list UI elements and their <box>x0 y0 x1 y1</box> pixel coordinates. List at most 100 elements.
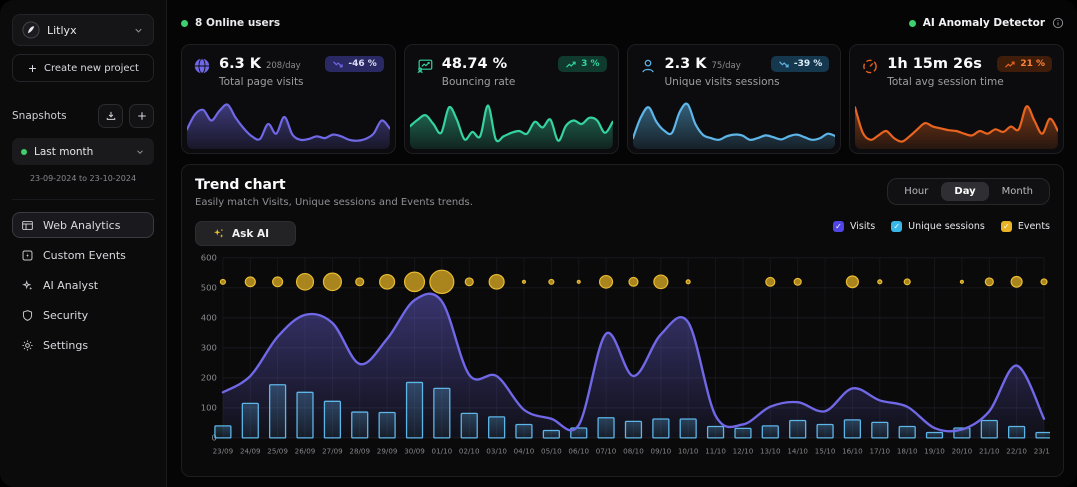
anomaly-label: AI Anomaly Detector <box>923 17 1045 29</box>
stat-value: 48.74 % <box>442 56 507 72</box>
range-tabs: Hour Day Month <box>887 178 1050 205</box>
svg-text:200: 200 <box>201 373 217 383</box>
snapshot-date-range: 23-09-2024 to 23-10-2024 <box>12 174 154 183</box>
svg-text:24/09: 24/09 <box>240 447 261 456</box>
svg-text:26/09: 26/09 <box>295 447 316 456</box>
trending-up-icon <box>565 60 577 69</box>
stat-value: 6.3 K <box>219 56 261 72</box>
svg-text:15/10: 15/10 <box>815 447 836 456</box>
litlyx-logo-icon <box>22 21 40 39</box>
trend-badge: 3 % <box>558 56 606 72</box>
stat-label: Total page visits <box>219 76 317 88</box>
trend-badge: -39 % <box>771 56 829 72</box>
svg-text:21/10: 21/10 <box>979 447 1000 456</box>
svg-text:28/09: 28/09 <box>349 447 370 456</box>
svg-text:500: 500 <box>201 283 217 293</box>
svg-text:23/10: 23/10 <box>1034 447 1050 456</box>
sidebar-item-custom-events[interactable]: Custom Events <box>12 242 154 268</box>
sidebar-item-settings[interactable]: Settings <box>12 332 154 358</box>
svg-text:18/10: 18/10 <box>897 447 918 456</box>
svg-text:14/10: 14/10 <box>787 447 808 456</box>
svg-text:22/10: 22/10 <box>1006 447 1027 456</box>
checkbox-visits[interactable]: ✓ <box>833 221 844 232</box>
sparkline-bouncing-rate <box>410 97 613 149</box>
globe-icon <box>193 57 211 78</box>
nav-label: Settings <box>43 339 88 352</box>
stat-sub: 208/day <box>266 61 301 71</box>
nav-label: Custom Events <box>43 249 126 262</box>
stat-card-bouncing-rate[interactable]: 48.74 % Bouncing rate 3 % <box>404 44 619 154</box>
svg-text:17/10: 17/10 <box>869 447 890 456</box>
chevron-down-icon <box>133 25 144 36</box>
info-icon[interactable] <box>1052 17 1064 29</box>
svg-text:06/10: 06/10 <box>568 447 589 456</box>
stat-label: Total avg session time <box>887 76 989 88</box>
chevron-down-icon <box>135 147 145 157</box>
ai-sparkle-icon <box>212 227 225 240</box>
shield-icon <box>21 309 34 322</box>
sidebar-item-web-analytics[interactable]: Web Analytics <box>12 212 154 238</box>
stat-card-total-page-visits[interactable]: 6.3 K 208/day Total page visits -46 % <box>181 44 396 154</box>
sparkline-unique-sessions <box>633 97 836 149</box>
anomaly-status-dot <box>909 20 916 27</box>
create-project-button[interactable]: Create new project <box>12 54 154 82</box>
sidebar-item-security[interactable]: Security <box>12 302 154 328</box>
tab-day[interactable]: Day <box>941 182 988 201</box>
svg-text:600: 600 <box>201 253 217 263</box>
online-status-dot <box>181 20 188 27</box>
tab-hour[interactable]: Hour <box>891 182 941 201</box>
svg-text:19/10: 19/10 <box>924 447 945 456</box>
svg-text:07/10: 07/10 <box>596 447 617 456</box>
svg-text:27/09: 27/09 <box>322 447 343 456</box>
trending-up-icon <box>1004 60 1016 69</box>
svg-text:03/10: 03/10 <box>486 447 507 456</box>
export-snapshot-button[interactable] <box>98 104 123 128</box>
legend-events[interactable]: ✓ Events <box>1001 221 1050 232</box>
svg-text:05/10: 05/10 <box>541 447 562 456</box>
tab-month[interactable]: Month <box>989 182 1046 201</box>
create-project-label: Create new project <box>44 63 139 74</box>
trend-chart-panel: Trend chart Easily match Visits, Unique … <box>181 164 1064 477</box>
svg-text:300: 300 <box>201 343 217 353</box>
svg-text:29/09: 29/09 <box>377 447 398 456</box>
trend-chart-canvas[interactable]: 010020030040050060023/0924/0925/0926/092… <box>195 252 1050 466</box>
checkbox-unique-sessions[interactable]: ✓ <box>891 221 902 232</box>
plus-icon <box>136 110 148 122</box>
stat-value: 2.3 K <box>665 56 707 72</box>
sparkline-avg-session-time <box>855 97 1058 149</box>
stat-sub: 75/day <box>711 61 740 71</box>
snapshot-select[interactable]: Last month <box>12 138 154 165</box>
stat-value: 1h 15m 26s <box>887 56 982 72</box>
chart-legend: ✓ Visits ✓ Unique sessions ✓ Events <box>833 221 1050 232</box>
download-icon <box>105 110 117 122</box>
ai-anomaly-detector: AI Anomaly Detector <box>909 17 1064 29</box>
legend-unique-sessions[interactable]: ✓ Unique sessions <box>891 221 985 232</box>
svg-text:02/10: 02/10 <box>459 447 480 456</box>
sparkline-total-page-visits <box>187 97 390 149</box>
ask-ai-button[interactable]: Ask AI <box>195 221 296 246</box>
project-name: Litlyx <box>47 24 126 37</box>
add-snapshot-button[interactable] <box>129 104 154 128</box>
stat-cards-row: 6.3 K 208/day Total page visits -46 % <box>181 44 1064 154</box>
svg-text:400: 400 <box>201 313 217 323</box>
trend-badge: 21 % <box>997 56 1052 72</box>
checkbox-events[interactable]: ✓ <box>1001 221 1012 232</box>
project-selector[interactable]: Litlyx <box>12 14 154 46</box>
lightning-square-icon <box>21 249 34 262</box>
user-icon <box>639 57 657 78</box>
stat-card-avg-session-time[interactable]: 1h 15m 26s Total avg session time 21 % <box>849 44 1064 154</box>
svg-text:16/10: 16/10 <box>842 447 863 456</box>
bounce-rate-icon <box>416 57 434 78</box>
trending-down-icon <box>778 60 790 69</box>
legend-visits[interactable]: ✓ Visits <box>833 221 875 232</box>
online-users: 8 Online users <box>181 17 280 29</box>
snapshots-row: Snapshots <box>12 104 154 128</box>
svg-text:04/10: 04/10 <box>514 447 535 456</box>
stat-label: Unique visits sessions <box>665 76 763 88</box>
stat-card-unique-sessions[interactable]: 2.3 K 75/day Unique visits sessions -39 … <box>627 44 842 154</box>
svg-text:12/10: 12/10 <box>733 447 754 456</box>
svg-text:11/10: 11/10 <box>705 447 726 456</box>
svg-text:01/10: 01/10 <box>432 447 453 456</box>
snapshot-status-dot <box>21 149 27 155</box>
sidebar-item-ai-analyst[interactable]: AI Analyst <box>12 272 154 298</box>
